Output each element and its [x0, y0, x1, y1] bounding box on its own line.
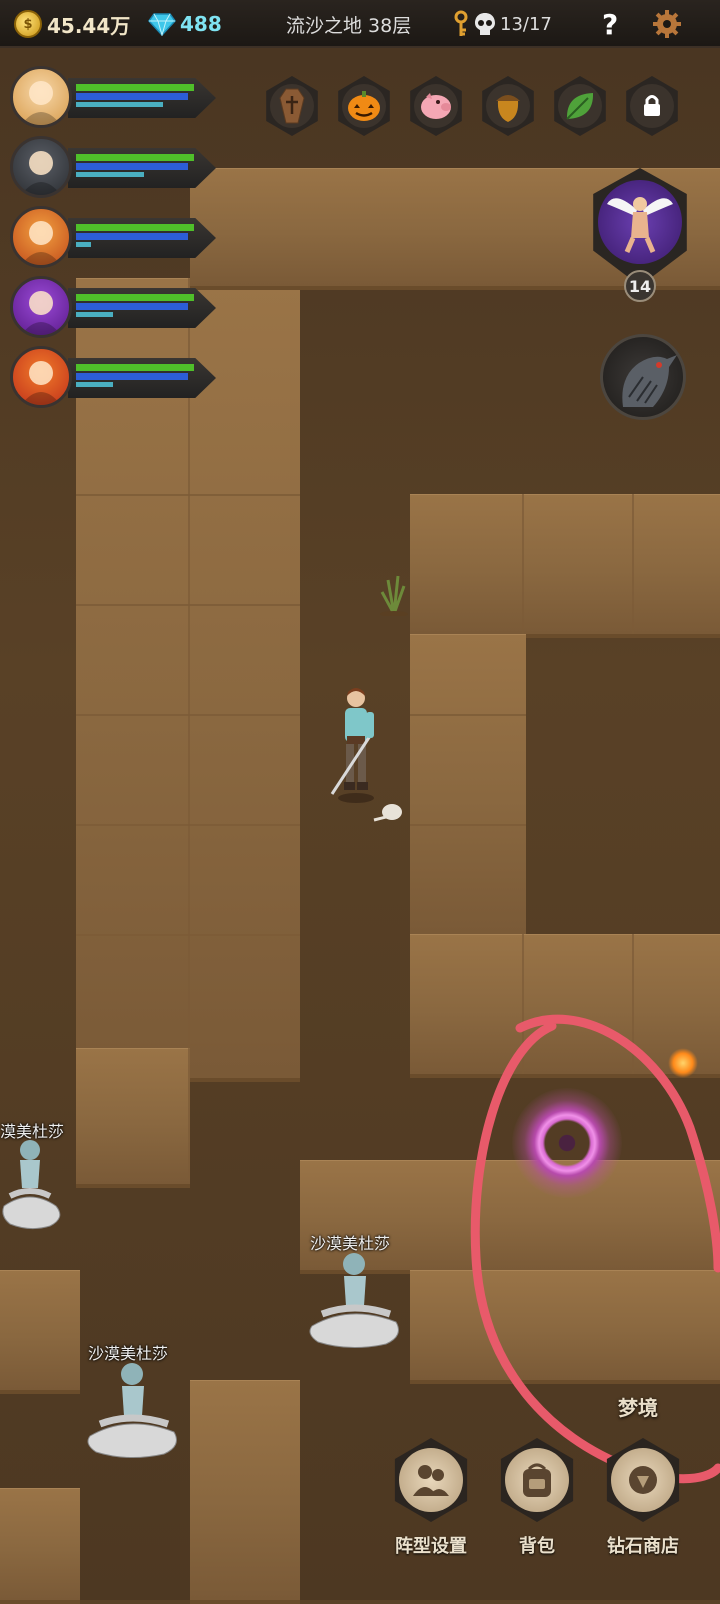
hero-avatar-icon — [21, 361, 61, 405]
lock-icon — [644, 95, 660, 116]
portal-label: 梦境 — [618, 1396, 658, 1420]
hero-avatar-icon — [21, 81, 61, 125]
coffin-icon — [279, 88, 305, 124]
mp-bar — [76, 233, 188, 240]
key-icon — [454, 10, 468, 36]
skill-slot-leaf[interactable] — [550, 76, 610, 142]
bones-decoration — [373, 804, 402, 822]
help-button[interactable]: ? — [602, 0, 618, 48]
raven-companion[interactable] — [600, 334, 686, 420]
hero-portrait — [10, 346, 72, 408]
sand-block — [190, 1380, 300, 1604]
annotation-circle — [470, 1014, 720, 1484]
skull-icon — [475, 13, 495, 35]
hp-bar — [76, 84, 194, 91]
mp-bar — [76, 303, 188, 310]
skill-slot-pig[interactable] — [406, 76, 466, 142]
formation-label: 阵型设置 — [395, 1536, 467, 1557]
xp-bar — [76, 312, 114, 317]
grass-sprite — [380, 575, 408, 616]
skill-slot-acorn[interactable] — [478, 76, 538, 142]
hero-avatar-icon — [21, 151, 61, 195]
hero-status-bars — [68, 218, 216, 258]
skill-slot-coffin[interactable] — [262, 76, 322, 142]
sand-block — [0, 1488, 80, 1604]
gear-icon — [653, 10, 681, 38]
sand-block — [410, 494, 720, 638]
skill-slot-locked[interactable] — [622, 76, 682, 142]
formation-icon — [413, 1465, 449, 1496]
diamond-shop-icon — [629, 1466, 657, 1494]
kill-counter: 13/17 — [452, 0, 552, 48]
leaf-icon — [566, 93, 594, 120]
skill-slot-pumpkin[interactable] — [334, 76, 394, 142]
xp-bar — [76, 382, 114, 387]
hero-status-bars — [68, 148, 216, 188]
hp-bar — [76, 294, 194, 301]
hero-portrait — [10, 276, 72, 338]
pumpkin-icon — [348, 91, 380, 121]
hero-portrait — [10, 206, 72, 268]
mp-bar — [76, 163, 188, 170]
xp-bar — [76, 102, 163, 107]
mp-bar — [76, 373, 188, 380]
diamond-icon — [148, 13, 176, 36]
hero-slot[interactable] — [10, 136, 220, 202]
hero-status-bars — [68, 358, 216, 398]
hero-portrait — [10, 66, 72, 128]
diamond-amount: 488 — [180, 12, 222, 36]
xp-bar — [76, 242, 91, 247]
hero-portrait — [10, 136, 72, 198]
medusa-enemy[interactable] — [84, 1358, 184, 1462]
coin-icon: $ — [14, 10, 42, 38]
hp-bar — [76, 364, 194, 371]
hp-bar — [76, 154, 194, 161]
hp-bar — [76, 224, 194, 231]
xp-bar — [76, 172, 145, 177]
sand-block — [76, 1048, 190, 1188]
diamond-shop-button[interactable]: 钻石商店 — [598, 1438, 688, 1578]
raven-icon — [622, 355, 677, 407]
location-title: 流沙之地 38层 — [286, 14, 412, 37]
pig-icon — [421, 93, 451, 119]
diamond-shop-label: 钻石商店 — [607, 1536, 679, 1557]
gold-amount: 45.44万 — [47, 13, 131, 38]
diamond-counter: 488 — [148, 0, 222, 48]
backpack-button[interactable]: 背包 — [492, 1438, 582, 1578]
hero-status-bars — [68, 288, 216, 328]
gold-counter: $ 45.44万 — [14, 0, 130, 48]
hero-slot[interactable] — [10, 206, 220, 272]
hero-slot[interactable] — [10, 66, 220, 132]
hero-avatar-icon — [21, 291, 61, 335]
kill-count: 13/17 — [500, 13, 552, 35]
hero-slot[interactable] — [10, 346, 220, 412]
player-character[interactable] — [326, 686, 386, 806]
hero-avatar-icon — [21, 221, 61, 265]
hero-status-bars — [68, 78, 216, 118]
acorn-icon — [496, 95, 520, 122]
companion-level-badge: 14 — [624, 270, 656, 302]
companion-angel[interactable]: 14 — [588, 168, 698, 302]
hero-slot[interactable] — [10, 276, 220, 342]
sand-block — [0, 1270, 80, 1394]
sand-block — [410, 634, 526, 938]
top-bar: $ 45.44万 488 流沙之地 38层 13/17 ? — [0, 0, 720, 48]
backpack-icon — [523, 1463, 551, 1497]
mp-bar — [76, 93, 188, 100]
formation-button[interactable]: 阵型设置 — [386, 1438, 476, 1578]
angel-icon — [607, 197, 673, 253]
settings-button[interactable] — [652, 0, 682, 48]
medusa-enemy[interactable] — [0, 1136, 72, 1236]
medusa-enemy[interactable] — [306, 1248, 406, 1352]
backpack-label: 背包 — [519, 1536, 555, 1557]
